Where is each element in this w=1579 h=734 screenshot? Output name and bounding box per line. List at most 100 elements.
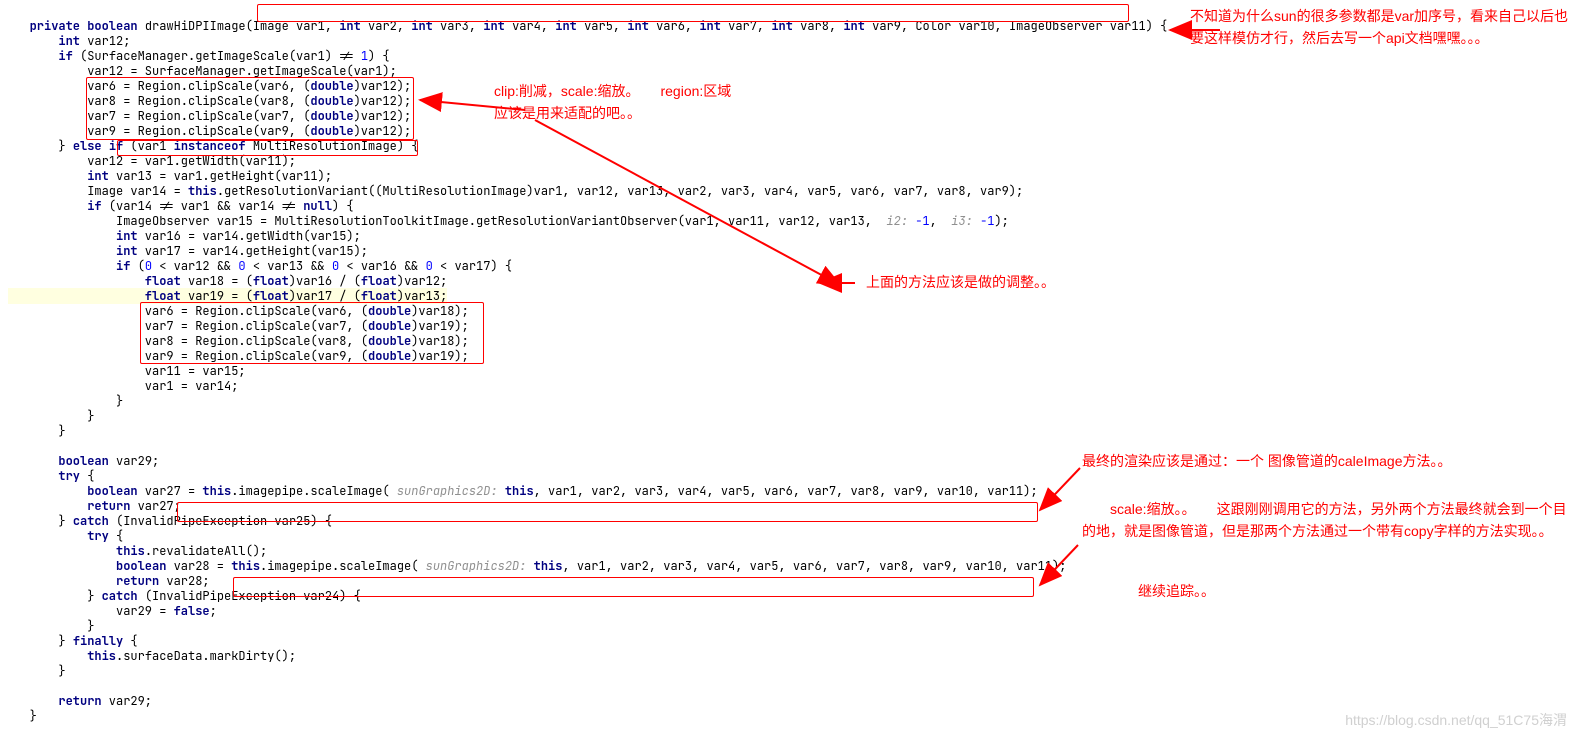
- kw: double: [310, 123, 353, 139]
- t: }: [8, 423, 66, 439]
- t: var16 = var14.getWidth(var15);: [138, 228, 361, 244]
- kw: int: [483, 18, 505, 34]
- kw: int: [699, 18, 721, 34]
- kw: float: [8, 273, 181, 289]
- t: var13 = var1.getHeight(var11);: [109, 168, 332, 184]
- kw: boolean: [8, 483, 138, 499]
- t: var29;: [109, 453, 159, 469]
- annotation-adjust: 上面的方法应该是做的调整。。: [866, 271, 1055, 293]
- kw: false: [174, 603, 210, 619]
- t: var5,: [577, 18, 627, 34]
- t: var12 = var1.getWidth(var11);: [8, 153, 296, 169]
- t: );: [994, 213, 1008, 229]
- t: )var18);: [411, 333, 469, 349]
- annotation-params: 不知道为什么sun的很多参数都是var加序号，看来自己以后也要这样模仿才行，然后…: [1190, 5, 1570, 49]
- kw: double: [310, 78, 353, 94]
- kw: catch: [73, 513, 109, 529]
- t: )var19);: [411, 318, 469, 334]
- t: (var14 != var1 && var14 !=: [102, 198, 304, 214]
- kw: this: [202, 483, 231, 499]
- kw: float: [253, 273, 289, 289]
- t: {: [123, 633, 137, 649]
- watermark: https://blog.csdn.net/qq_51C75海渭: [1345, 710, 1567, 730]
- t: }: [8, 633, 73, 649]
- t: )var12);: [354, 123, 412, 139]
- t: {: [109, 528, 123, 544]
- annotation-pipe-2: scale:缩放。。 这跟刚刚调用它的方法，另外两个方法最终就会到一个目的地，就…: [1082, 498, 1572, 542]
- kw: else if: [73, 138, 123, 154]
- t: .surfaceData.markDirty();: [116, 648, 296, 664]
- t: < var17) {: [433, 258, 512, 274]
- kw: null: [303, 198, 332, 214]
- kw: float: [253, 288, 289, 304]
- t: var19 = (: [181, 288, 253, 304]
- t: )var12);: [354, 78, 412, 94]
- t: var29 =: [8, 603, 174, 619]
- t: var4,: [505, 18, 555, 34]
- t: ) {: [368, 48, 390, 64]
- t: }: [8, 588, 102, 604]
- t: var8,: [793, 18, 843, 34]
- kw: this: [505, 483, 534, 499]
- kw: try: [8, 528, 109, 544]
- t: < var12 &&: [152, 258, 238, 274]
- t: }: [8, 393, 123, 409]
- t: var7,: [721, 18, 771, 34]
- kw: float: [8, 288, 181, 304]
- t: (var1: [123, 138, 173, 154]
- t: < var13 &&: [246, 258, 332, 274]
- kw: float: [361, 273, 397, 289]
- annotation-clip: clip:削减，scale:缩放。 region:区域 应该是用来适配的吧。。: [494, 80, 924, 124]
- t: , var1, var2, var3, var4, var5, var6, va…: [534, 483, 1038, 499]
- num: 0: [238, 258, 245, 274]
- num: -1: [915, 213, 929, 229]
- t: var6,: [649, 18, 699, 34]
- t: var11 = var15;: [8, 363, 246, 379]
- num: 1: [361, 48, 368, 64]
- kw: if: [8, 198, 102, 214]
- kw: if: [8, 258, 130, 274]
- t: .getResolutionVariant((MultiResolutionIm…: [217, 183, 1023, 199]
- kw: int: [8, 228, 138, 244]
- t: var28 =: [166, 558, 231, 574]
- t: (: [130, 258, 144, 274]
- kw: return: [8, 693, 102, 709]
- kw: int: [8, 243, 138, 259]
- num: 0: [426, 258, 433, 274]
- t: MultiResolutionImage) {: [246, 138, 419, 154]
- t: }: [8, 618, 94, 634]
- t: var9 = Region.clipScale(var9, (: [8, 348, 368, 364]
- kw: int: [627, 18, 649, 34]
- t: var9 = Region.clipScale(var9, (: [8, 123, 310, 139]
- t: var12 = SurfaceManager.getImageScale(var…: [8, 63, 397, 79]
- t: )var17 / (: [289, 288, 361, 304]
- t: )var18);: [411, 303, 469, 319]
- annotation-pipe-1: 最终的渲染应该是通过：一个 图像管道的caleImage方法。。: [1082, 450, 1572, 472]
- kw: int: [555, 18, 577, 34]
- kw: double: [368, 303, 411, 319]
- kw: int: [8, 33, 80, 49]
- param-hint: i3:: [944, 213, 980, 229]
- t: var6 = Region.clipScale(var6, (: [8, 78, 310, 94]
- t: var7 = Region.clipScale(var7, (: [8, 108, 310, 124]
- kw: double: [310, 93, 353, 109]
- param-hint: sunGraphics2D:: [418, 558, 533, 574]
- kw: this: [8, 648, 116, 664]
- kw: int: [339, 18, 361, 34]
- kw: double: [310, 108, 353, 124]
- kw: return: [8, 573, 159, 589]
- t: {: [80, 468, 94, 484]
- kw: double: [368, 318, 411, 334]
- t: }: [8, 408, 94, 424]
- kw: float: [361, 288, 397, 304]
- editor-viewport: private boolean drawHiDPIImage(Image var…: [0, 0, 1579, 734]
- kw: try: [8, 468, 80, 484]
- t: .imagepipe.scaleImage(: [260, 558, 418, 574]
- param-hint: sunGraphics2D:: [390, 483, 505, 499]
- num: 0: [145, 258, 152, 274]
- t: )var12);: [354, 108, 412, 124]
- t: < var16 &&: [339, 258, 425, 274]
- t: }: [8, 513, 73, 529]
- kw: double: [368, 348, 411, 364]
- t: }: [8, 663, 66, 679]
